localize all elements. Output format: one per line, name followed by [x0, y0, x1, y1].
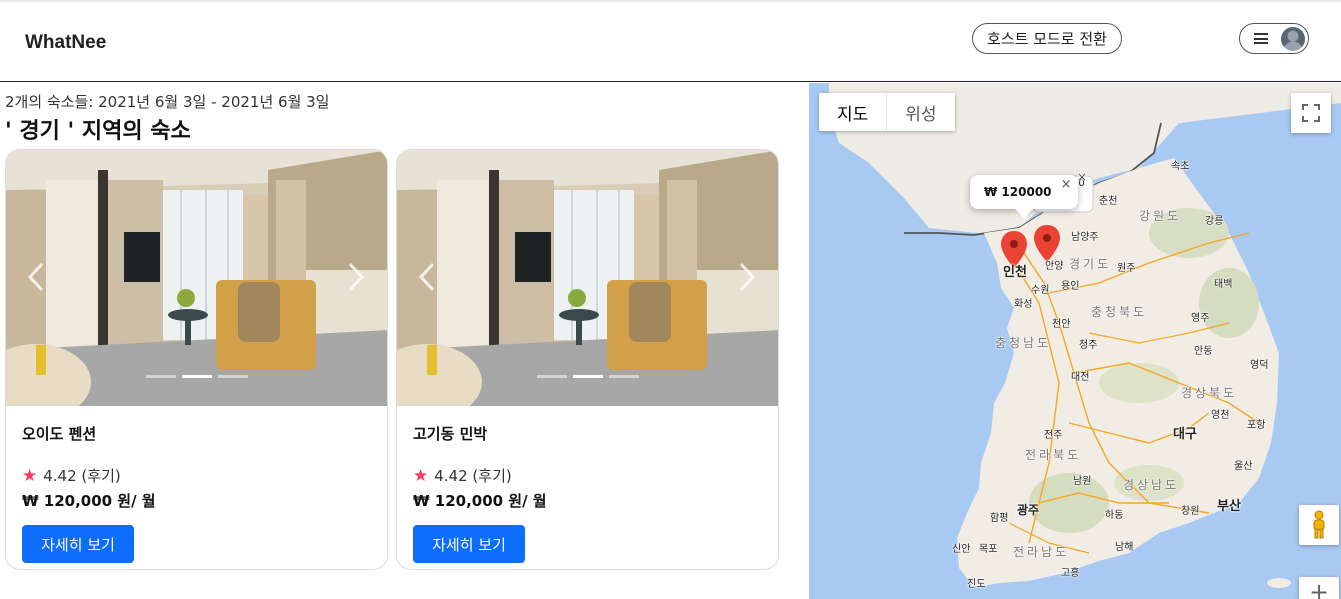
carousel-dot-active[interactable] — [573, 375, 603, 378]
listing-rating: ★ 4.42 (후기) — [413, 465, 762, 486]
listing-rating: ★ 4.42 (후기) — [22, 465, 371, 486]
carousel-dot[interactable] — [146, 375, 176, 378]
map-city-label: 부산 — [1217, 499, 1241, 514]
carousel-prev-icon[interactable] — [417, 262, 437, 292]
map-city-label: 청주 — [1079, 340, 1098, 351]
map-city-label: 화성 — [1014, 299, 1033, 310]
map-city-label: 강릉 — [1205, 216, 1224, 227]
star-icon: ★ — [22, 465, 38, 486]
listing-body: 고기동 민박 ★ 4.42 (후기) ₩ 120,000 원/ 월 자세히 보기 — [397, 406, 778, 569]
site-header: WhatNee 호스트 모드로 전환 — [0, 2, 1341, 82]
carousel-prev-icon[interactable] — [26, 262, 46, 292]
info-window-price: ₩ 120000 — [984, 185, 1052, 199]
map-city-label: 남원 — [1073, 476, 1092, 487]
host-mode-button[interactable]: 호스트 모드로 전환 — [972, 23, 1122, 54]
map-city-label: 속초 — [1171, 161, 1190, 172]
listing-image-carousel[interactable] — [397, 150, 778, 406]
map-city-label: 수원 — [1031, 285, 1050, 296]
map-city-label: 남해 — [1115, 542, 1134, 553]
page-title: ' 경기 ' 지역의 숙소 — [5, 119, 191, 144]
map-province-label: 충청북도 — [1091, 305, 1148, 319]
avatar — [1281, 27, 1305, 51]
map-city-label: 함평 — [990, 513, 1009, 524]
tab-satellite[interactable]: 위성 — [886, 93, 954, 131]
map-city-label: 천안 — [1052, 319, 1071, 330]
close-icon[interactable]: × — [1061, 177, 1072, 192]
carousel-indicators — [146, 375, 248, 378]
map-city-label: 포항 — [1247, 420, 1266, 431]
map-city-label: 신안 — [952, 544, 971, 555]
map-city-label: 광주 — [1017, 503, 1040, 517]
map-city-label: 용인 — [1061, 281, 1080, 292]
search-summary: 2개의 숙소들: 2021년 6월 3일 - 2021년 6월 3일 — [5, 93, 330, 111]
map-city-label: 하동 — [1105, 510, 1124, 521]
map-province-label: 강원도 — [1139, 209, 1182, 223]
map-province-label: 충청남도 — [995, 336, 1052, 350]
map-city-label: 울산 — [1234, 461, 1253, 472]
street-view-button[interactable] — [1299, 505, 1339, 545]
map-city-label: 안동 — [1194, 346, 1213, 357]
map-province-label: 전라남도 — [1013, 545, 1070, 559]
map-city-label: 창원 — [1181, 506, 1200, 517]
carousel-next-icon[interactable] — [346, 262, 366, 292]
room-photo — [6, 150, 387, 406]
listing-panel: 2개의 숙소들: 2021년 6월 3일 - 2021년 6월 3일 ' 경기 … — [0, 83, 808, 599]
fullscreen-button[interactable] — [1291, 93, 1331, 133]
star-icon: ★ — [413, 465, 429, 486]
carousel-dot-active[interactable] — [182, 375, 212, 378]
carousel-next-icon[interactable] — [737, 262, 757, 292]
listing-image-carousel[interactable] — [6, 150, 387, 406]
profile-menu-button[interactable] — [1239, 23, 1309, 54]
map-province-label: 경상남도 — [1123, 478, 1180, 492]
listing-body: 오이도 펜션 ★ 4.42 (후기) ₩ 120,000 원/ 월 자세히 보기 — [6, 406, 387, 569]
map-city-label: 인천 — [1003, 265, 1027, 280]
tab-map[interactable]: 지도 — [819, 93, 886, 131]
listing-card: 고기동 민박 ★ 4.42 (후기) ₩ 120,000 원/ 월 자세히 보기 — [396, 149, 779, 570]
menu-icon — [1254, 33, 1268, 44]
pegman-icon — [1313, 510, 1325, 539]
listing-price: ₩ 120,000 원/ 월 — [22, 492, 156, 510]
map-city-label: 목포 — [979, 544, 998, 555]
close-icon[interactable]: × — [1077, 170, 1087, 184]
map-city-label: 전주 — [1044, 430, 1063, 441]
rating-text: 4.42 (후기) — [43, 467, 121, 485]
carousel-indicators — [537, 375, 639, 378]
view-details-button[interactable]: 자세히 보기 — [22, 525, 134, 563]
map-city-label: 대구 — [1173, 427, 1197, 442]
plus-icon: + — [1308, 578, 1330, 599]
carousel-dot[interactable] — [218, 375, 248, 378]
map-city-label: 대전 — [1071, 372, 1090, 383]
map-city-label: 영덕 — [1250, 360, 1269, 371]
room-photo — [397, 150, 778, 406]
map-type-toggle: 지도 위성 — [819, 93, 955, 131]
view-details-button[interactable]: 자세히 보기 — [413, 525, 525, 563]
map-city-label: 진도 — [967, 579, 986, 590]
price-info-window: ₩ 120000 × — [970, 175, 1078, 218]
fullscreen-icon — [1302, 104, 1320, 122]
map-city-label: 남양주 — [1071, 232, 1099, 243]
map-city-label: 태백 — [1214, 279, 1233, 290]
map-province-label: 경기도 — [1069, 257, 1112, 271]
listing-name: 오이도 펜션 — [22, 425, 97, 443]
carousel-dot[interactable] — [537, 375, 567, 378]
map-city-label: 고흥 — [1061, 568, 1080, 579]
map-province-label: 전라북도 — [1025, 448, 1082, 462]
rating-text: 4.42 (후기) — [434, 467, 512, 485]
map-city-label: 원주 — [1117, 263, 1136, 274]
map-province-label: 경상북도 — [1181, 386, 1238, 400]
map-view[interactable]: 00 × 속초 춘천 강릉 남양주 인천 안양 수원 용인 원주 화성 태백 천… — [809, 83, 1341, 599]
brand-logo[interactable]: WhatNee — [25, 32, 106, 54]
map-city-label: 안양 — [1045, 261, 1064, 272]
listing-price: ₩ 120,000 원/ 월 — [413, 492, 547, 510]
map-city-label: 영주 — [1191, 313, 1210, 324]
map-canvas — [809, 83, 1341, 599]
zoom-in-button[interactable]: + — [1299, 577, 1339, 599]
listing-card: 오이도 펜션 ★ 4.42 (후기) ₩ 120,000 원/ 월 자세히 보기 — [5, 149, 388, 570]
map-city-label: 영천 — [1211, 410, 1230, 421]
map-city-label: 춘천 — [1099, 196, 1118, 207]
carousel-dot[interactable] — [609, 375, 639, 378]
listing-name: 고기동 민박 — [413, 425, 488, 443]
